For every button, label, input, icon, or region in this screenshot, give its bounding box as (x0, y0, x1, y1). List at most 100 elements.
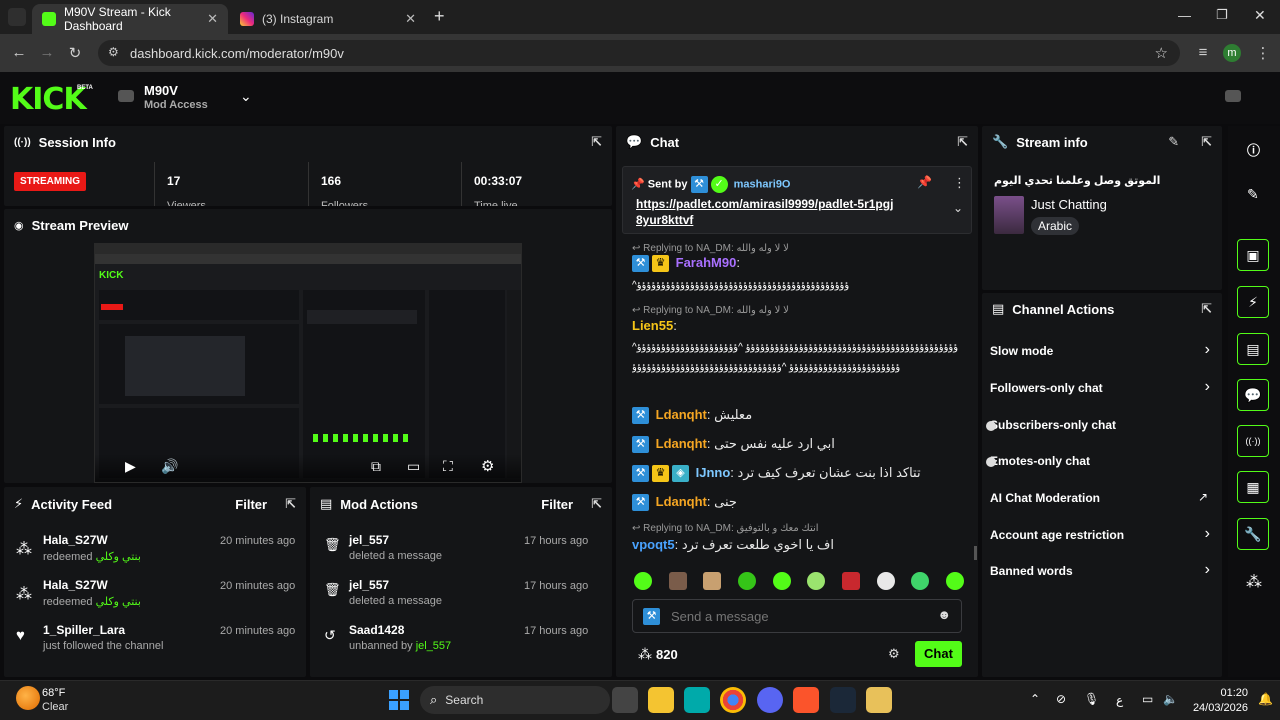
close-tab-icon[interactable]: ✕ (405, 11, 416, 27)
chat-username[interactable]: Lien55 (632, 318, 673, 333)
activity-user[interactable]: Hala_S27W (43, 533, 108, 547)
clock-time[interactable]: 01:20 (1198, 687, 1248, 699)
fullscreen-icon[interactable]: ⛶ (443, 458, 453, 475)
address-bar[interactable]: ⚙ dashboard.kick.com/moderator/m90v ☆ (98, 40, 1180, 66)
chat-settings-icon[interactable]: ⚙ (888, 646, 900, 662)
category-name[interactable]: Just Chatting (1031, 197, 1107, 212)
chat-username[interactable]: Ldanqht (656, 494, 707, 509)
pip-icon[interactable]: ⧉ (371, 458, 381, 475)
theater-icon[interactable]: ▭ (407, 458, 420, 475)
tray-network-icon[interactable]: ⊘ (1056, 692, 1066, 706)
chat-username[interactable]: FarahM90 (676, 255, 737, 270)
points-icon[interactable]: ⁂ (1246, 572, 1262, 592)
slow-mode-row[interactable]: Slow mode › (990, 341, 1216, 363)
pinned-link[interactable]: https://padlet.com/amirasil9999/padlet-5… (636, 196, 896, 228)
back-icon[interactable]: ← (8, 44, 30, 61)
followers-only-row[interactable]: Followers-only chat › (990, 378, 1216, 400)
popout-icon[interactable]: ⇱ (591, 134, 602, 150)
tray-chevron-icon[interactable]: ⌃ (1030, 692, 1040, 706)
bookmark-star-icon[interactable]: ☆ (1155, 44, 1168, 62)
steam-icon[interactable] (830, 687, 856, 713)
stream-video[interactable]: KICK ▶ 🔊 ⧉ ▭ ⛶ ⚙ (94, 243, 522, 483)
new-tab-icon[interactable]: + (434, 6, 445, 27)
emote-icon[interactable] (945, 572, 964, 590)
wifi-icon[interactable]: ▭ (1142, 692, 1153, 706)
store-icon[interactable] (684, 687, 710, 713)
popout-icon[interactable]: ⇱ (285, 496, 296, 512)
tab-search-icon[interactable] (8, 8, 26, 26)
more-options-icon[interactable]: ⋮ (953, 175, 966, 191)
chat-username[interactable]: Ldanqht (656, 436, 707, 451)
points-icon[interactable]: ⁂ (638, 646, 652, 663)
volume-icon[interactable]: 🔊 (161, 458, 178, 475)
maximize-icon[interactable]: ❐ (1216, 7, 1228, 23)
kick-logo[interactable]: KICK (10, 82, 87, 117)
edit-pencil-icon[interactable]: ✎ (1168, 134, 1179, 150)
emote-icon[interactable] (634, 572, 652, 590)
sidebar-broadcast-icon[interactable]: ((·)) (1237, 425, 1269, 457)
weather-temperature[interactable]: 68°F (42, 687, 65, 699)
edit-pencil-icon[interactable]: ✎ (1247, 186, 1259, 203)
sidebar-chat-icon[interactable]: 💬 (1237, 379, 1269, 411)
emote-icon[interactable] (807, 572, 826, 590)
mod-action-user[interactable]: jel_557 (349, 533, 389, 547)
chat-username[interactable]: Ldanqht (656, 407, 707, 422)
profile-avatar[interactable]: m (1223, 44, 1241, 62)
site-info-icon[interactable]: ⚙ (108, 45, 119, 59)
sidebar-document-icon[interactable]: ▤ (1237, 333, 1269, 365)
windows-start-icon[interactable] (389, 690, 409, 710)
popout-icon[interactable]: ⇱ (1201, 301, 1212, 317)
channel-switch-chevron-icon[interactable]: ⌄ (240, 88, 252, 105)
volume-icon[interactable]: 🔈 (1163, 692, 1178, 706)
sidebar-screen-icon[interactable]: ▣ (1237, 239, 1269, 271)
moderator-name[interactable]: jel_557 (416, 640, 451, 652)
user-avatar[interactable] (1225, 90, 1241, 102)
chat-scrollbar[interactable] (974, 546, 977, 560)
minimize-icon[interactable]: — (1178, 8, 1191, 23)
popout-icon[interactable]: ⇱ (957, 134, 968, 150)
pinned-user[interactable]: mashari9O (734, 178, 791, 190)
emote-icon[interactable] (668, 572, 687, 590)
play-icon[interactable]: ▶ (125, 458, 136, 475)
emote-icon[interactable] (703, 572, 722, 590)
tab-instagram[interactable]: (3) Instagram ✕ (230, 4, 426, 34)
send-chat-button[interactable]: Chat (915, 641, 962, 667)
emote-icon[interactable] (737, 572, 756, 590)
media-control-icon[interactable]: ≡ (1192, 44, 1214, 61)
popout-icon[interactable]: ⇱ (1201, 134, 1212, 150)
emote-icon[interactable] (911, 572, 930, 590)
brave-icon[interactable] (793, 687, 819, 713)
sidebar-lightning-icon[interactable]: ⚡ (1237, 286, 1269, 318)
sidebar-layout-icon[interactable]: ▦ (1237, 471, 1269, 503)
close-tab-icon[interactable]: ✕ (207, 11, 218, 27)
taskbar-search[interactable]: ⌕ Search (420, 686, 610, 714)
unpin-icon[interactable]: 📌 (917, 175, 932, 189)
chat-username[interactable]: vpoqt5 (632, 537, 675, 552)
chrome-icon[interactable] (720, 687, 746, 713)
chat-message-input[interactable] (671, 606, 931, 626)
input-language[interactable]: ع (1116, 693, 1123, 707)
app-icon[interactable] (866, 687, 892, 713)
mod-action-user[interactable]: jel_557 (349, 578, 389, 592)
notification-bell-icon[interactable]: 🔔 (1258, 692, 1273, 706)
emote-icon[interactable] (772, 572, 791, 590)
filter-button[interactable]: Filter (235, 497, 267, 512)
discord-icon[interactable] (757, 687, 783, 713)
account-age-row[interactable]: Account age restriction › (990, 525, 1216, 547)
mod-action-user[interactable]: Saad1428 (349, 623, 404, 637)
chat-username[interactable]: IJnno (696, 465, 731, 480)
sidebar-wrench-icon[interactable]: 🔧 (1237, 518, 1269, 550)
expand-chevron-icon[interactable]: ⌄ (953, 201, 963, 215)
browser-menu-icon[interactable]: ⋮ (1252, 44, 1274, 62)
filter-button[interactable]: Filter (541, 497, 573, 512)
emote-icon[interactable] (841, 572, 860, 590)
clock-date[interactable]: 24/03/2026 (1184, 702, 1248, 714)
activity-user[interactable]: Hala_S27W (43, 578, 108, 592)
settings-gear-icon[interactable]: ⚙ (481, 457, 494, 475)
tab-kick-dashboard[interactable]: M90V Stream - Kick Dashboard ✕ (32, 4, 228, 34)
activity-user[interactable]: 1_Spiller_Lara (43, 623, 125, 637)
file-explorer-icon[interactable] (648, 687, 674, 713)
emoji-picker-icon[interactable]: ☻ (937, 607, 951, 622)
forward-icon[interactable]: → (36, 44, 58, 61)
banned-words-row[interactable]: Banned words › (990, 561, 1216, 583)
